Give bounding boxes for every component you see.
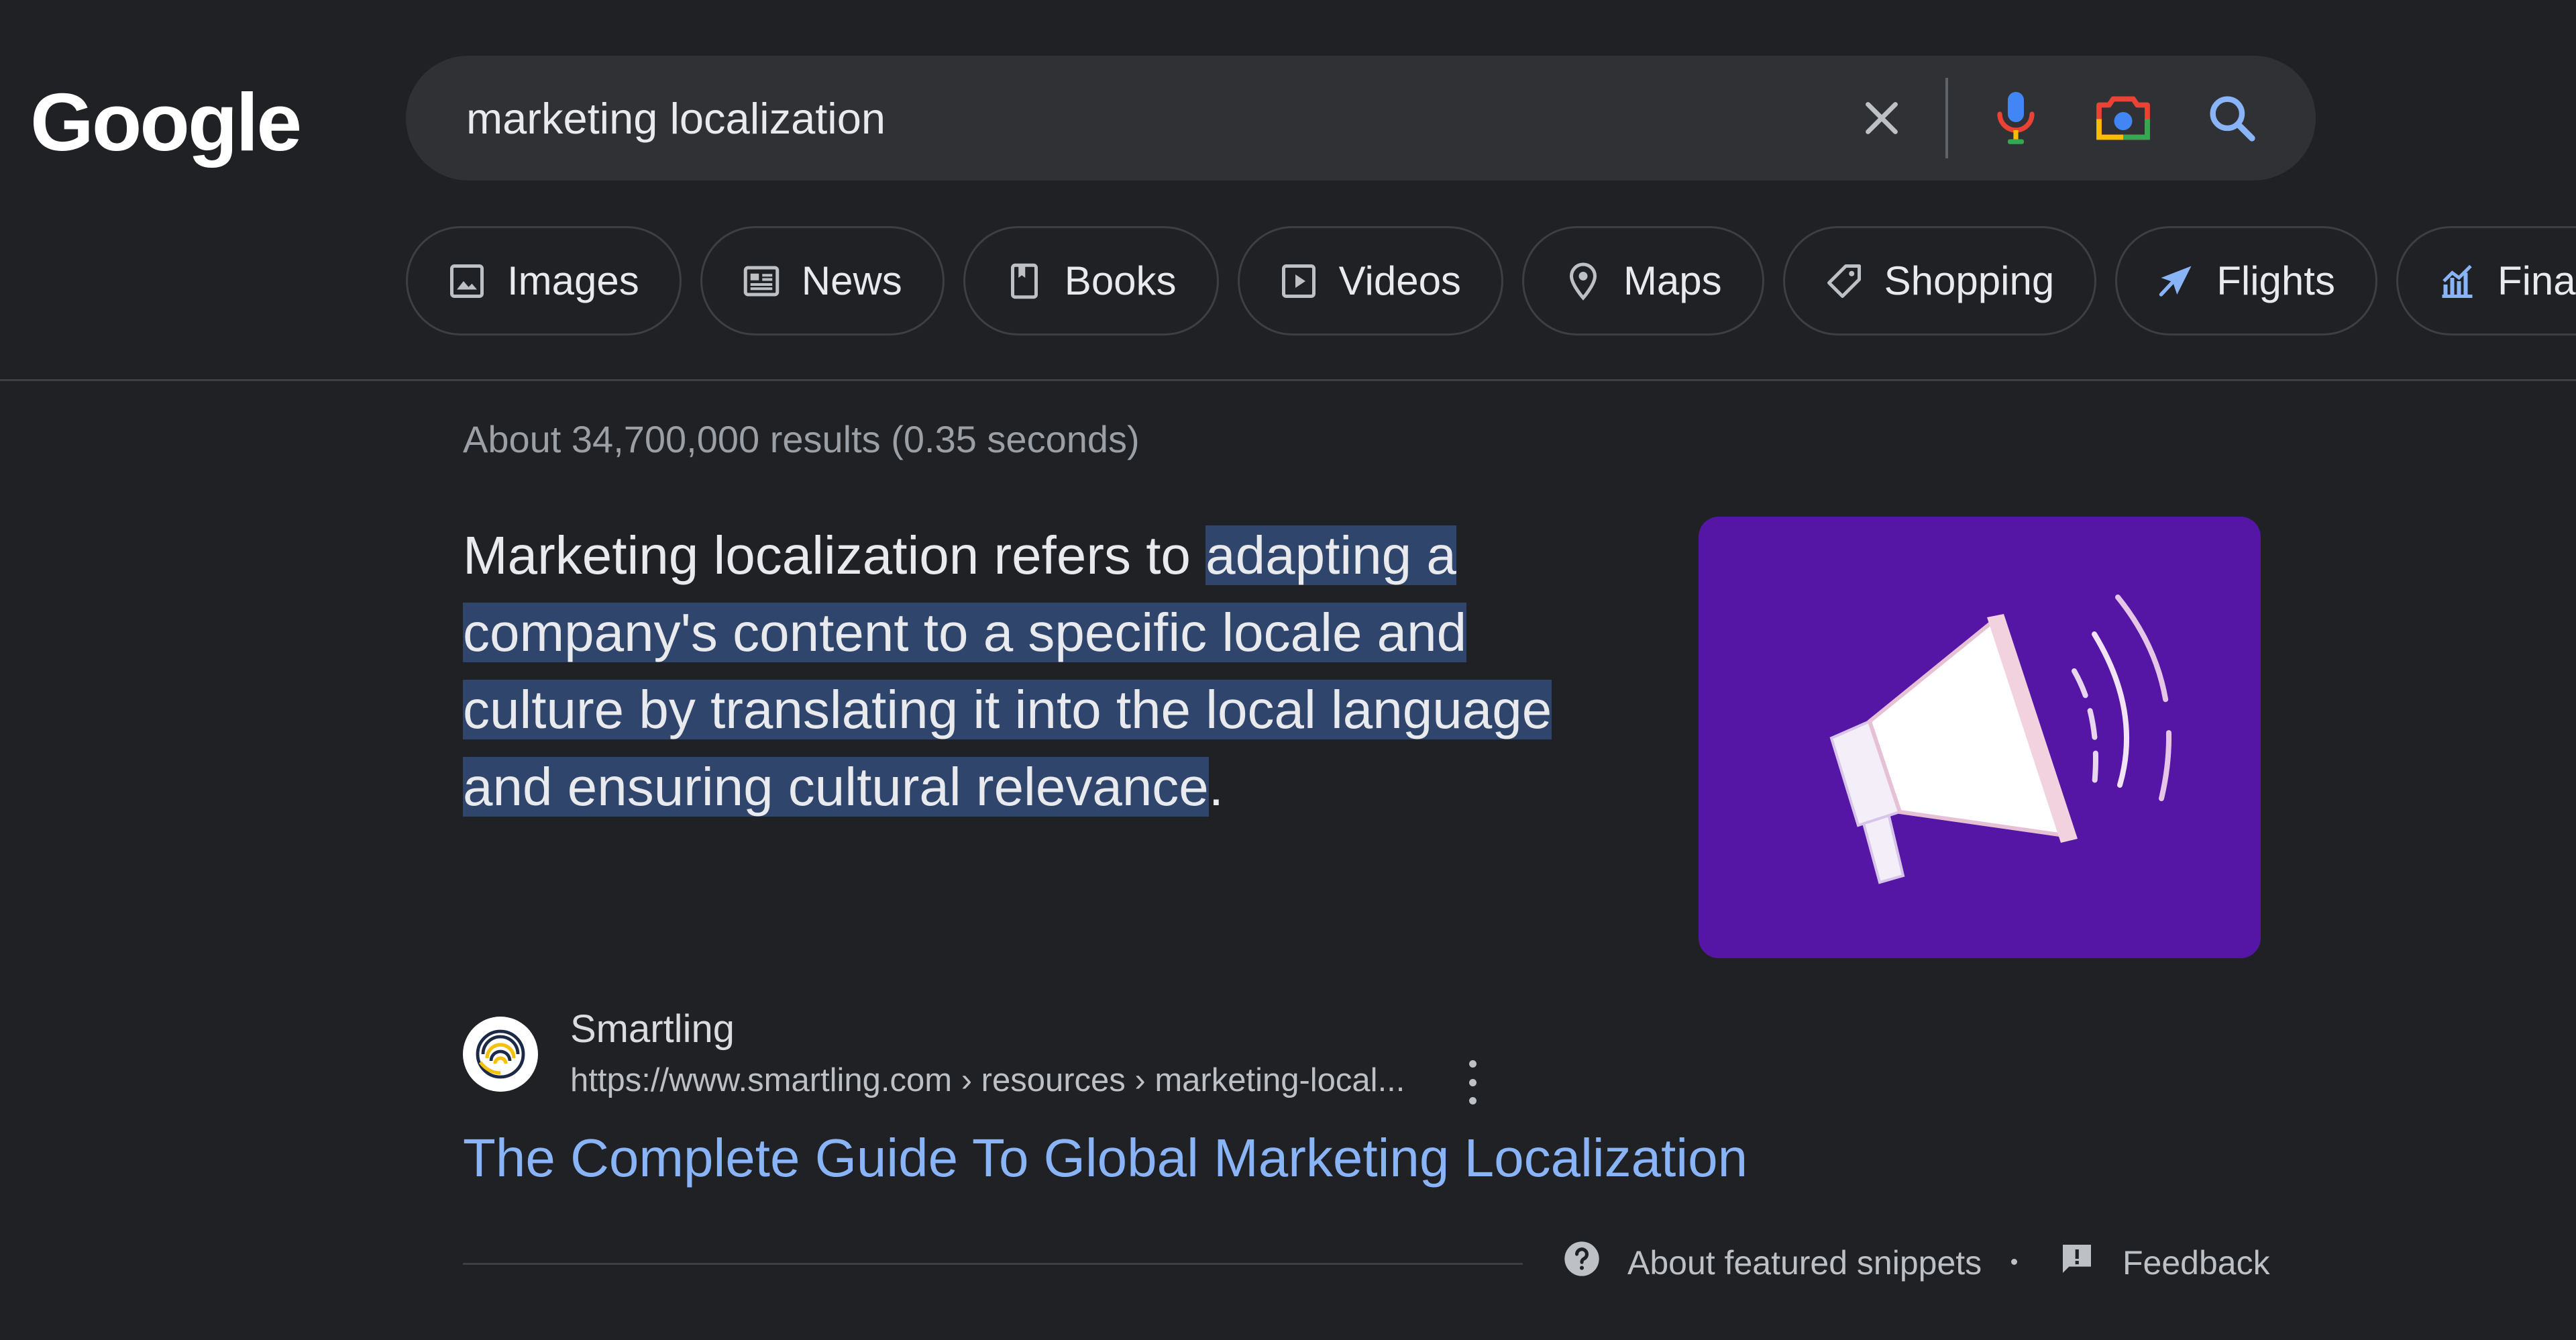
chip-label: Shopping xyxy=(1884,258,2055,303)
play-icon xyxy=(1277,260,1320,303)
image-icon xyxy=(445,260,488,303)
result-stats: About 34,700,000 results (0.35 seconds) xyxy=(463,418,1140,460)
about-featured-snippets-link[interactable]: About featured snippets xyxy=(1563,1240,1982,1286)
snippet-footer-divider xyxy=(463,1263,1523,1265)
megaphone-icon xyxy=(1829,595,2172,884)
search-divider xyxy=(1945,78,1948,158)
more-dot xyxy=(1468,1078,1477,1086)
featured-snippet-text: Marketing localization refers to adaptin… xyxy=(463,517,1603,825)
header-divider xyxy=(0,379,2576,381)
featured-snippet-image[interactable] xyxy=(1699,517,2261,958)
snippet-trail: . xyxy=(1208,757,1224,817)
airplane-icon xyxy=(2155,260,2198,303)
chip-videos[interactable]: Videos xyxy=(1237,226,1503,336)
chip-flights[interactable]: Flights xyxy=(2115,226,2377,336)
search-filter-chips: Images News Books Videos Maps Shopping F… xyxy=(406,226,2576,336)
feedback-link[interactable]: Feedback xyxy=(2058,1240,2270,1286)
chip-label: Finance xyxy=(2497,258,2576,303)
more-dot xyxy=(1468,1097,1477,1104)
result-title-link[interactable]: The Complete Guide To Global Marketing L… xyxy=(463,1127,1748,1189)
chip-label: Videos xyxy=(1338,258,1461,303)
feedback-icon xyxy=(2058,1240,2096,1286)
chip-images[interactable]: Images xyxy=(406,226,682,336)
search-bar xyxy=(406,56,2316,181)
search-icon[interactable] xyxy=(2202,88,2262,148)
chip-news[interactable]: News xyxy=(700,226,945,336)
chip-label: News xyxy=(801,258,902,303)
source-url[interactable]: https://www.smartling.com › resources › … xyxy=(570,1062,1405,1099)
smartling-favicon-icon[interactable] xyxy=(463,1017,538,1092)
book-icon xyxy=(1003,260,1046,303)
finance-chart-icon xyxy=(2436,260,2479,303)
microphone-icon[interactable] xyxy=(1986,88,2046,148)
source-site-name[interactable]: Smartling xyxy=(570,1007,735,1051)
chip-label: Images xyxy=(507,258,639,303)
feedback-label: Feedback xyxy=(2123,1244,2270,1282)
chip-finance[interactable]: Finance xyxy=(2396,226,2576,336)
map-pin-icon xyxy=(1562,260,1605,303)
tag-icon xyxy=(1823,260,1866,303)
footer-separator-dot xyxy=(2011,1259,2017,1265)
chip-books[interactable]: Books xyxy=(963,226,1219,336)
help-icon xyxy=(1563,1240,1601,1286)
more-dot xyxy=(1468,1060,1477,1068)
chip-shopping[interactable]: Shopping xyxy=(1782,226,2097,336)
search-input[interactable] xyxy=(465,84,1863,152)
chip-maps[interactable]: Maps xyxy=(1521,226,1764,336)
more-options-icon[interactable] xyxy=(1452,1060,1493,1104)
search-results-page: Google marketing localization Images New… xyxy=(0,0,2576,1340)
close-icon[interactable] xyxy=(1851,88,1912,148)
chip-label: Books xyxy=(1064,258,1177,303)
about-featured-snippets-label: About featured snippets xyxy=(1627,1244,1982,1282)
newspaper-icon xyxy=(740,260,783,303)
chip-label: Flights xyxy=(2216,258,2335,303)
camera-lens-icon[interactable] xyxy=(2093,88,2153,148)
google-logo[interactable]: Google xyxy=(30,62,302,183)
chip-label: Maps xyxy=(1623,258,1722,303)
snippet-lead: Marketing localization refers to xyxy=(463,525,1206,585)
